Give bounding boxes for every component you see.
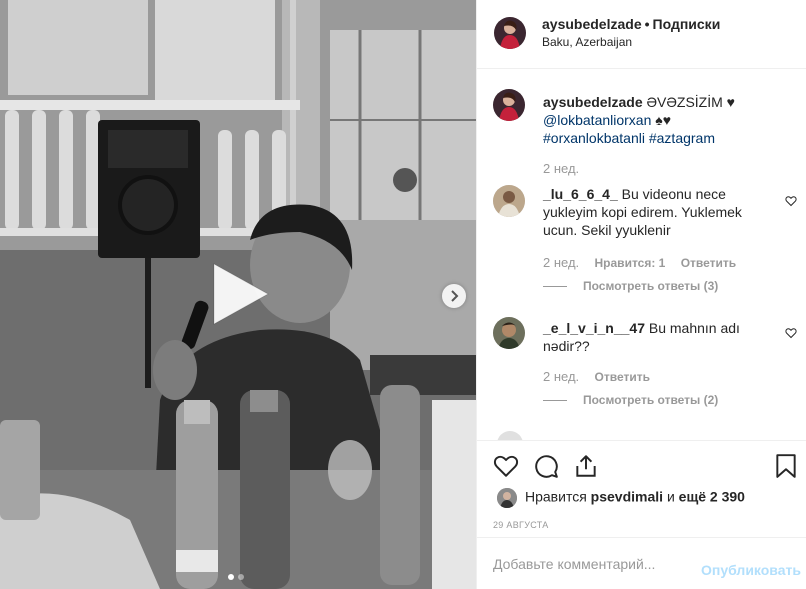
view-replies-button[interactable]: Посмотреть ответы (3) xyxy=(543,279,718,293)
carousel-dot-active xyxy=(228,574,234,580)
comment-username[interactable]: _lu_6_6_4_ xyxy=(543,186,618,202)
comment-avatar[interactable] xyxy=(497,431,523,440)
post-date[interactable]: 29 АВГУСТА xyxy=(493,520,549,530)
following-button[interactable]: Подписки xyxy=(653,16,721,32)
comment-avatar[interactable] xyxy=(493,317,525,349)
publish-button[interactable]: Опубликовать xyxy=(701,562,801,578)
add-comment-bar: Опубликовать xyxy=(477,537,806,589)
location-link[interactable]: Baku, Azerbaijan xyxy=(542,35,632,49)
post-actions: Нравится psevdimali и ещё 2 390 29 АВГУС… xyxy=(477,440,806,537)
play-icon xyxy=(213,263,270,325)
author-username[interactable]: aysubedelzade xyxy=(542,16,642,32)
likes-count[interactable]: ещё 2 390 xyxy=(679,489,745,505)
bookmark-icon[interactable] xyxy=(773,453,799,479)
liker-avatar[interactable] xyxy=(497,488,517,508)
heart-icon[interactable] xyxy=(493,453,519,479)
comment-heart-icon[interactable] xyxy=(785,327,797,339)
caption-avatar[interactable] xyxy=(493,89,525,121)
comment-username[interactable]: _e_l_v_i_n__47 xyxy=(543,320,645,336)
play-button[interactable] xyxy=(208,262,272,326)
comment-timestamp[interactable]: 2 нед. xyxy=(543,255,579,270)
next-slide-button[interactable] xyxy=(442,284,466,308)
caption-text: aysubedelzade ƏVƏZSİZİM ♥ @lokbatanliorx… xyxy=(543,93,769,147)
caption-body: ƏVƏZSİZİM ♥ xyxy=(646,94,736,110)
reply-button[interactable]: Ответить xyxy=(595,370,650,384)
chevron-right-icon xyxy=(451,290,459,302)
likes-conj: и xyxy=(666,488,675,505)
replies-divider xyxy=(543,286,567,288)
comment-icon[interactable] xyxy=(533,453,559,479)
post-header: aysubedelzade • Подписки Baku, Azerbaijan xyxy=(477,0,806,69)
liker-username[interactable]: psevdimali xyxy=(591,489,663,505)
share-icon[interactable] xyxy=(573,453,599,479)
comment-input[interactable] xyxy=(493,555,693,573)
likes-summary[interactable]: Нравится psevdimali и ещё 2 390 xyxy=(497,488,745,508)
comment-timestamp[interactable]: 2 нед. xyxy=(543,369,579,384)
view-replies-label: Посмотреть ответы (3) xyxy=(583,279,719,293)
caption-timestamp[interactable]: 2 нед. xyxy=(543,161,579,176)
comment-heart-icon[interactable] xyxy=(785,195,797,207)
comment-avatar[interactable] xyxy=(493,185,525,217)
caption-mention[interactable]: @lokbatanliorxan xyxy=(543,112,651,128)
caption-hashtag-2[interactable]: #aztagram xyxy=(649,130,715,146)
view-replies-button[interactable]: Посмотреть ответы (2) xyxy=(543,393,718,407)
view-replies-label: Посмотреть ответы (2) xyxy=(583,393,719,407)
caption-emoji: ♠♥ xyxy=(655,112,672,128)
comments-list[interactable]: aysubedelzade ƏVƏZSİZİM ♥ @lokbatanliorx… xyxy=(477,69,806,440)
author-avatar[interactable] xyxy=(494,17,526,49)
header-separator: • xyxy=(644,16,650,32)
caption-hashtag-1[interactable]: #orxanlokbatanli xyxy=(543,130,645,146)
replies-divider xyxy=(543,400,567,402)
likes-prefix: Нравится xyxy=(525,488,587,505)
comment-likes-count[interactable]: Нравится: 1 xyxy=(595,256,666,270)
post-sidebar: aysubedelzade • Подписки Baku, Azerbaijan … xyxy=(476,0,806,589)
caption-username[interactable]: aysubedelzade xyxy=(543,94,643,110)
post-media[interactable] xyxy=(0,0,476,589)
reply-button[interactable]: Ответить xyxy=(681,256,736,270)
carousel-dot xyxy=(238,574,244,580)
